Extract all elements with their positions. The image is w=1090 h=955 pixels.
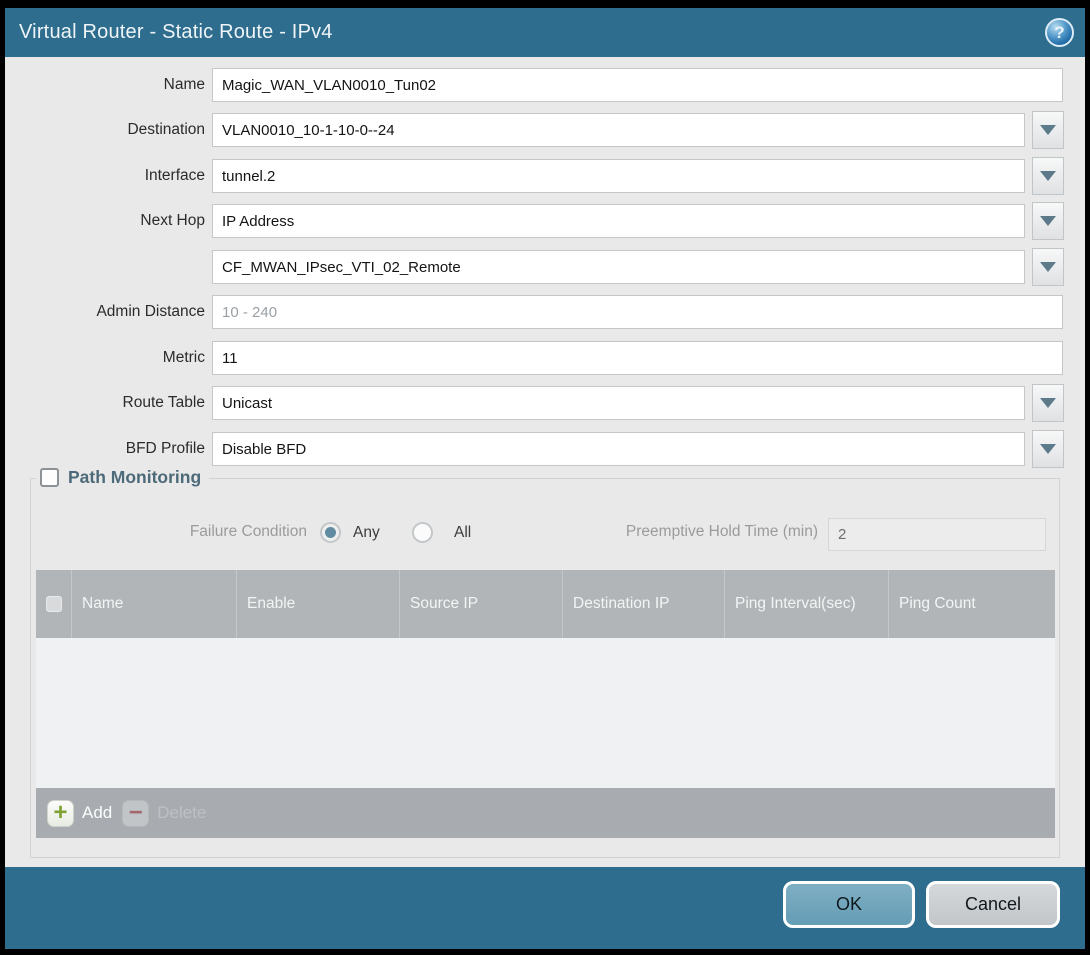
chevron-down-icon bbox=[1040, 171, 1056, 181]
help-icon[interactable]: ? bbox=[1045, 18, 1074, 47]
path-monitoring-section: Path Monitoring Failure Condition Any Al… bbox=[30, 478, 1060, 858]
dialog-body: Name Destination Interface Next Hop Admi… bbox=[5, 57, 1085, 867]
table-header-checkbox-cell bbox=[36, 570, 72, 638]
interface-input[interactable] bbox=[212, 159, 1025, 193]
delete-button[interactable]: − Delete bbox=[122, 800, 206, 827]
chevron-down-icon bbox=[1040, 216, 1056, 226]
chevron-down-icon bbox=[1040, 262, 1056, 272]
table-toolbar: + Add − Delete bbox=[36, 788, 1055, 838]
next-hop-label: Next Hop bbox=[5, 204, 205, 238]
add-button[interactable]: + Add bbox=[47, 800, 112, 827]
dialog-title: Virtual Router - Static Route - IPv4 bbox=[19, 21, 333, 44]
bfd-profile-label: BFD Profile bbox=[5, 432, 205, 466]
chevron-down-icon bbox=[1040, 125, 1056, 135]
dialog-titlebar: Virtual Router - Static Route - IPv4 ? bbox=[5, 8, 1085, 57]
route-table-dropdown-button[interactable] bbox=[1032, 384, 1064, 422]
failure-condition-any-label: Any bbox=[353, 524, 380, 542]
failure-condition-all-radio[interactable] bbox=[412, 522, 433, 543]
chevron-down-icon bbox=[1040, 398, 1056, 408]
failure-condition-label: Failure Condition bbox=[31, 523, 307, 541]
admin-distance-label: Admin Distance bbox=[5, 295, 205, 329]
bfd-profile-dropdown-button[interactable] bbox=[1032, 430, 1064, 468]
next-hop-type-dropdown-button[interactable] bbox=[1032, 202, 1064, 240]
admin-distance-input[interactable] bbox=[212, 295, 1063, 329]
table-header-row: Name Enable Source IP Destination IP Pin… bbox=[36, 570, 1055, 638]
minus-icon: − bbox=[122, 800, 149, 827]
metric-label: Metric bbox=[5, 341, 205, 375]
destination-dropdown-button[interactable] bbox=[1032, 111, 1064, 149]
route-table-label: Route Table bbox=[5, 386, 205, 420]
delete-button-label: Delete bbox=[157, 803, 206, 823]
chevron-down-icon bbox=[1040, 444, 1056, 454]
next-hop-address-input[interactable] bbox=[212, 250, 1025, 284]
preemptive-hold-time-label: Preemptive Hold Time (min) bbox=[461, 523, 818, 541]
interface-dropdown-button[interactable] bbox=[1032, 157, 1064, 195]
path-monitoring-legend: Path Monitoring bbox=[36, 467, 209, 488]
static-route-dialog: Virtual Router - Static Route - IPv4 ? N… bbox=[0, 0, 1090, 955]
preemptive-hold-time-input[interactable] bbox=[828, 518, 1046, 551]
path-monitoring-title: Path Monitoring bbox=[68, 467, 201, 488]
select-all-checkbox[interactable] bbox=[46, 596, 62, 612]
cancel-button[interactable]: Cancel bbox=[926, 881, 1060, 928]
column-header-enable[interactable]: Enable bbox=[237, 570, 400, 638]
next-hop-address-dropdown-button[interactable] bbox=[1032, 248, 1064, 286]
name-label: Name bbox=[5, 68, 205, 102]
column-header-ping-count[interactable]: Ping Count bbox=[889, 570, 1055, 638]
path-monitoring-checkbox[interactable] bbox=[40, 468, 59, 487]
failure-condition-any-radio[interactable] bbox=[320, 522, 341, 543]
column-header-source-ip[interactable]: Source IP bbox=[400, 570, 563, 638]
bfd-profile-input[interactable] bbox=[212, 432, 1025, 466]
plus-icon: + bbox=[47, 800, 74, 827]
path-monitoring-table: Name Enable Source IP Destination IP Pin… bbox=[36, 570, 1055, 838]
ok-button[interactable]: OK bbox=[783, 881, 915, 928]
destination-label: Destination bbox=[5, 113, 205, 147]
next-hop-type-input[interactable] bbox=[212, 204, 1025, 238]
add-button-label: Add bbox=[82, 803, 112, 823]
table-body-empty bbox=[36, 638, 1055, 788]
route-table-input[interactable] bbox=[212, 386, 1025, 420]
column-header-ping-interval[interactable]: Ping Interval(sec) bbox=[725, 570, 889, 638]
column-header-destination-ip[interactable]: Destination IP bbox=[563, 570, 725, 638]
destination-input[interactable] bbox=[212, 113, 1025, 147]
metric-input[interactable] bbox=[212, 341, 1063, 375]
interface-label: Interface bbox=[5, 159, 205, 193]
column-header-name[interactable]: Name bbox=[72, 570, 237, 638]
dialog-footer: OK Cancel bbox=[5, 867, 1085, 949]
name-input[interactable] bbox=[212, 68, 1063, 102]
